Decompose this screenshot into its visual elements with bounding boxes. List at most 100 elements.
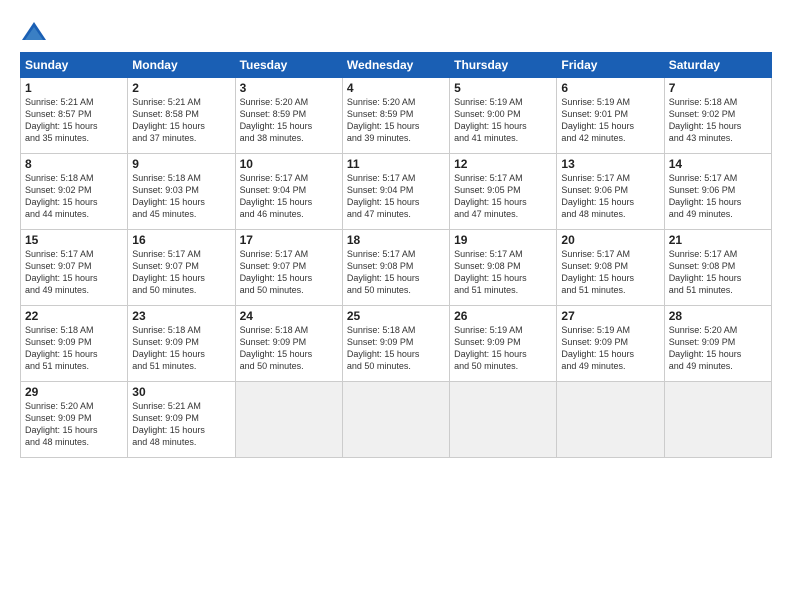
col-header-sunday: Sunday	[21, 53, 128, 78]
day-cell: 16Sunrise: 5:17 AM Sunset: 9:07 PM Dayli…	[128, 230, 235, 306]
week-row: 29Sunrise: 5:20 AM Sunset: 9:09 PM Dayli…	[21, 382, 772, 458]
day-info: Sunrise: 5:17 AM Sunset: 9:06 PM Dayligh…	[561, 172, 659, 221]
week-row: 8Sunrise: 5:18 AM Sunset: 9:02 PM Daylig…	[21, 154, 772, 230]
col-header-thursday: Thursday	[450, 53, 557, 78]
logo	[20, 18, 52, 46]
col-header-saturday: Saturday	[664, 53, 771, 78]
day-info: Sunrise: 5:18 AM Sunset: 9:02 PM Dayligh…	[25, 172, 123, 221]
day-cell: 10Sunrise: 5:17 AM Sunset: 9:04 PM Dayli…	[235, 154, 342, 230]
day-cell: 22Sunrise: 5:18 AM Sunset: 9:09 PM Dayli…	[21, 306, 128, 382]
day-info: Sunrise: 5:17 AM Sunset: 9:08 PM Dayligh…	[454, 248, 552, 297]
day-cell: 20Sunrise: 5:17 AM Sunset: 9:08 PM Dayli…	[557, 230, 664, 306]
day-number: 29	[25, 385, 123, 399]
day-number: 3	[240, 81, 338, 95]
day-info: Sunrise: 5:17 AM Sunset: 9:08 PM Dayligh…	[561, 248, 659, 297]
day-number: 15	[25, 233, 123, 247]
day-info: Sunrise: 5:18 AM Sunset: 9:02 PM Dayligh…	[669, 96, 767, 145]
day-cell: 12Sunrise: 5:17 AM Sunset: 9:05 PM Dayli…	[450, 154, 557, 230]
day-info: Sunrise: 5:20 AM Sunset: 9:09 PM Dayligh…	[25, 400, 123, 449]
day-info: Sunrise: 5:18 AM Sunset: 9:09 PM Dayligh…	[240, 324, 338, 373]
day-cell: 5Sunrise: 5:19 AM Sunset: 9:00 PM Daylig…	[450, 78, 557, 154]
empty-cell	[342, 382, 449, 458]
day-number: 6	[561, 81, 659, 95]
day-number: 24	[240, 309, 338, 323]
day-info: Sunrise: 5:21 AM Sunset: 8:58 PM Dayligh…	[132, 96, 230, 145]
day-number: 17	[240, 233, 338, 247]
day-number: 21	[669, 233, 767, 247]
day-number: 8	[25, 157, 123, 171]
day-number: 11	[347, 157, 445, 171]
day-info: Sunrise: 5:21 AM Sunset: 8:57 PM Dayligh…	[25, 96, 123, 145]
day-info: Sunrise: 5:19 AM Sunset: 9:09 PM Dayligh…	[454, 324, 552, 373]
day-cell: 27Sunrise: 5:19 AM Sunset: 9:09 PM Dayli…	[557, 306, 664, 382]
day-cell: 4Sunrise: 5:20 AM Sunset: 8:59 PM Daylig…	[342, 78, 449, 154]
week-row: 15Sunrise: 5:17 AM Sunset: 9:07 PM Dayli…	[21, 230, 772, 306]
day-info: Sunrise: 5:20 AM Sunset: 9:09 PM Dayligh…	[669, 324, 767, 373]
day-cell: 9Sunrise: 5:18 AM Sunset: 9:03 PM Daylig…	[128, 154, 235, 230]
empty-cell	[235, 382, 342, 458]
day-info: Sunrise: 5:19 AM Sunset: 9:01 PM Dayligh…	[561, 96, 659, 145]
header-row: SundayMondayTuesdayWednesdayThursdayFrid…	[21, 53, 772, 78]
col-header-wednesday: Wednesday	[342, 53, 449, 78]
header	[20, 18, 772, 46]
day-number: 22	[25, 309, 123, 323]
day-info: Sunrise: 5:17 AM Sunset: 9:06 PM Dayligh…	[669, 172, 767, 221]
week-row: 1Sunrise: 5:21 AM Sunset: 8:57 PM Daylig…	[21, 78, 772, 154]
day-info: Sunrise: 5:17 AM Sunset: 9:08 PM Dayligh…	[347, 248, 445, 297]
day-number: 2	[132, 81, 230, 95]
day-info: Sunrise: 5:18 AM Sunset: 9:09 PM Dayligh…	[25, 324, 123, 373]
calendar-table: SundayMondayTuesdayWednesdayThursdayFrid…	[20, 52, 772, 458]
day-number: 7	[669, 81, 767, 95]
day-cell: 28Sunrise: 5:20 AM Sunset: 9:09 PM Dayli…	[664, 306, 771, 382]
day-cell: 19Sunrise: 5:17 AM Sunset: 9:08 PM Dayli…	[450, 230, 557, 306]
day-info: Sunrise: 5:20 AM Sunset: 8:59 PM Dayligh…	[347, 96, 445, 145]
day-info: Sunrise: 5:21 AM Sunset: 9:09 PM Dayligh…	[132, 400, 230, 449]
day-number: 12	[454, 157, 552, 171]
day-cell: 1Sunrise: 5:21 AM Sunset: 8:57 PM Daylig…	[21, 78, 128, 154]
day-cell: 24Sunrise: 5:18 AM Sunset: 9:09 PM Dayli…	[235, 306, 342, 382]
day-number: 9	[132, 157, 230, 171]
day-number: 18	[347, 233, 445, 247]
day-cell: 11Sunrise: 5:17 AM Sunset: 9:04 PM Dayli…	[342, 154, 449, 230]
day-info: Sunrise: 5:20 AM Sunset: 8:59 PM Dayligh…	[240, 96, 338, 145]
col-header-monday: Monday	[128, 53, 235, 78]
day-cell: 14Sunrise: 5:17 AM Sunset: 9:06 PM Dayli…	[664, 154, 771, 230]
logo-icon	[20, 18, 48, 46]
page: SundayMondayTuesdayWednesdayThursdayFrid…	[0, 0, 792, 612]
day-number: 25	[347, 309, 445, 323]
day-info: Sunrise: 5:17 AM Sunset: 9:07 PM Dayligh…	[25, 248, 123, 297]
day-cell: 30Sunrise: 5:21 AM Sunset: 9:09 PM Dayli…	[128, 382, 235, 458]
day-number: 30	[132, 385, 230, 399]
day-number: 5	[454, 81, 552, 95]
day-number: 26	[454, 309, 552, 323]
day-cell: 25Sunrise: 5:18 AM Sunset: 9:09 PM Dayli…	[342, 306, 449, 382]
day-cell: 2Sunrise: 5:21 AM Sunset: 8:58 PM Daylig…	[128, 78, 235, 154]
col-header-tuesday: Tuesday	[235, 53, 342, 78]
day-info: Sunrise: 5:17 AM Sunset: 9:07 PM Dayligh…	[240, 248, 338, 297]
day-info: Sunrise: 5:18 AM Sunset: 9:09 PM Dayligh…	[132, 324, 230, 373]
empty-cell	[450, 382, 557, 458]
day-cell: 8Sunrise: 5:18 AM Sunset: 9:02 PM Daylig…	[21, 154, 128, 230]
day-info: Sunrise: 5:17 AM Sunset: 9:08 PM Dayligh…	[669, 248, 767, 297]
day-info: Sunrise: 5:18 AM Sunset: 9:09 PM Dayligh…	[347, 324, 445, 373]
day-cell: 21Sunrise: 5:17 AM Sunset: 9:08 PM Dayli…	[664, 230, 771, 306]
day-number: 10	[240, 157, 338, 171]
day-info: Sunrise: 5:17 AM Sunset: 9:05 PM Dayligh…	[454, 172, 552, 221]
day-cell: 17Sunrise: 5:17 AM Sunset: 9:07 PM Dayli…	[235, 230, 342, 306]
day-info: Sunrise: 5:19 AM Sunset: 9:09 PM Dayligh…	[561, 324, 659, 373]
day-cell: 23Sunrise: 5:18 AM Sunset: 9:09 PM Dayli…	[128, 306, 235, 382]
day-cell: 13Sunrise: 5:17 AM Sunset: 9:06 PM Dayli…	[557, 154, 664, 230]
empty-cell	[664, 382, 771, 458]
day-info: Sunrise: 5:17 AM Sunset: 9:04 PM Dayligh…	[347, 172, 445, 221]
day-cell: 3Sunrise: 5:20 AM Sunset: 8:59 PM Daylig…	[235, 78, 342, 154]
day-info: Sunrise: 5:19 AM Sunset: 9:00 PM Dayligh…	[454, 96, 552, 145]
day-number: 16	[132, 233, 230, 247]
day-cell: 26Sunrise: 5:19 AM Sunset: 9:09 PM Dayli…	[450, 306, 557, 382]
day-cell: 18Sunrise: 5:17 AM Sunset: 9:08 PM Dayli…	[342, 230, 449, 306]
empty-cell	[557, 382, 664, 458]
day-info: Sunrise: 5:18 AM Sunset: 9:03 PM Dayligh…	[132, 172, 230, 221]
day-number: 14	[669, 157, 767, 171]
day-cell: 7Sunrise: 5:18 AM Sunset: 9:02 PM Daylig…	[664, 78, 771, 154]
day-number: 23	[132, 309, 230, 323]
day-info: Sunrise: 5:17 AM Sunset: 9:04 PM Dayligh…	[240, 172, 338, 221]
